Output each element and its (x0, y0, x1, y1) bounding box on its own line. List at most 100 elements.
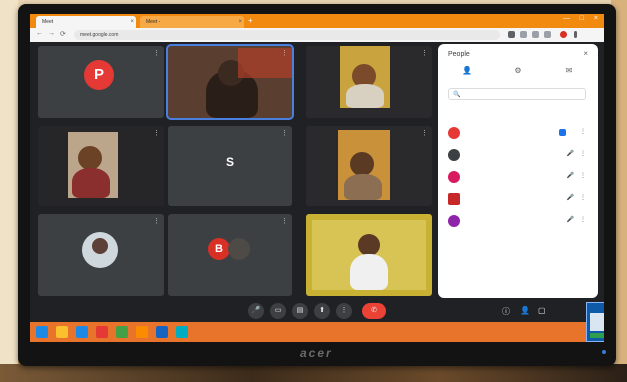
captions-button[interactable]: ▤ (292, 303, 308, 319)
new-tab-button[interactable]: + (248, 16, 253, 26)
participant-video (78, 146, 102, 170)
participant-tile-ml[interactable]: ⋮ (38, 126, 164, 206)
mic-button[interactable]: 🎤 (248, 303, 264, 319)
screen: Meet × Meet - × + — □ × ← → ⟳ meet.googl… (30, 14, 604, 342)
more-icon[interactable]: ⋮ (580, 150, 586, 157)
taskbar (30, 322, 604, 342)
participant-video (350, 254, 388, 290)
monitor-brand-logo: acer (300, 346, 333, 360)
participant-tile-speaker[interactable]: ⋮ (166, 44, 294, 120)
close-icon[interactable]: × (583, 49, 588, 58)
pin-icon[interactable] (559, 129, 566, 136)
participant-row[interactable]: 🎤 ⋮ (446, 168, 592, 186)
minimize-icon[interactable]: — (563, 15, 570, 22)
browser-tab-meet[interactable]: Meet × (36, 16, 136, 28)
message-icon: ✉ (565, 66, 573, 75)
participant-tile-tr1[interactable]: ⋮ (306, 46, 432, 118)
browser-tab-second[interactable]: Meet - × (140, 16, 244, 28)
window-close-icon[interactable]: × (594, 15, 598, 22)
participant-row[interactable]: 🎤 ⋮ (446, 212, 592, 230)
avatar (448, 193, 460, 205)
message-tab[interactable]: ✉ (544, 66, 594, 76)
browser-menu-icon[interactable] (574, 31, 577, 38)
start-icon[interactable] (36, 326, 48, 338)
participant-row[interactable]: 🎤 ⋮ (446, 190, 592, 208)
host-controls-tab[interactable]: ⚙ (493, 66, 543, 76)
extension-icon[interactable] (532, 31, 539, 38)
app-icon[interactable] (176, 326, 188, 338)
app-icon[interactable] (136, 326, 148, 338)
camera-button[interactable]: ▭ (270, 303, 286, 319)
search-icon: 🔍 (453, 92, 461, 98)
monitor-bezel: acer (18, 342, 616, 366)
participant-video (72, 168, 110, 198)
profile-avatar-icon[interactable] (560, 31, 567, 38)
tile-more-icon[interactable]: ⋮ (153, 49, 160, 57)
avatar (448, 149, 460, 161)
people-panel: People × 👤 ⚙ ✉ 🔍 ⋮ 🎤 ⋮ 🎤 ⋮ 🎤 ⋮ 🎤 ⋮ (438, 44, 598, 298)
app-icon[interactable] (96, 326, 108, 338)
avatar (448, 127, 460, 139)
add-person-icon: 👤 (462, 66, 472, 75)
speaking-indicator-icon[interactable]: ⋮ (281, 49, 288, 57)
participant-tile-mr[interactable]: ⋮ (306, 126, 432, 206)
extension-icon[interactable] (508, 31, 515, 38)
present-button[interactable]: ⬆ (314, 303, 330, 319)
tile-more-icon[interactable]: ⋮ (281, 129, 288, 137)
chrome-icon[interactable] (116, 326, 128, 338)
participant-row[interactable]: 🎤 ⋮ (446, 146, 592, 164)
participant-tile-bl[interactable]: ⋮ (38, 214, 164, 296)
participant-tile-s[interactable]: S ⋮ (168, 126, 292, 206)
notification-popup[interactable] (586, 302, 604, 342)
desk (0, 364, 627, 382)
app-icon[interactable] (156, 326, 168, 338)
search-people-input[interactable]: 🔍 (448, 88, 586, 100)
mic-icon[interactable]: 🎤 (567, 172, 574, 179)
reload-icon[interactable]: ⟳ (60, 30, 66, 38)
participant-row[interactable]: ⋮ (446, 124, 592, 142)
participant-video (350, 152, 374, 176)
forward-icon[interactable]: → (48, 30, 55, 37)
participant-tile-br[interactable] (306, 214, 432, 296)
participant-video (344, 174, 382, 200)
participant-avatar: S (218, 150, 242, 174)
end-call-button[interactable]: ✆ (362, 303, 386, 319)
participant-video (358, 234, 380, 256)
more-icon[interactable]: ⋮ (580, 216, 586, 223)
people-icon[interactable]: 👤 (520, 306, 530, 315)
participant-tile-p[interactable]: P ⋮ (38, 46, 164, 118)
tile-more-icon[interactable]: ⋮ (281, 217, 288, 225)
tile-more-icon[interactable]: ⋮ (421, 49, 428, 57)
monitor: Meet × Meet - × + — □ × ← → ⟳ meet.googl… (18, 4, 616, 366)
file-explorer-icon[interactable] (56, 326, 68, 338)
popup-body (590, 313, 604, 331)
tab-label: Meet - (146, 19, 161, 25)
mic-icon[interactable]: 🎤 (567, 194, 574, 201)
back-icon[interactable]: ← (36, 30, 43, 37)
more-options-button[interactable]: ⋮ (336, 303, 352, 319)
url-field[interactable]: meet.google.com (74, 30, 500, 40)
extension-icon[interactable] (520, 31, 527, 38)
participant-tile-bm[interactable]: B ⋮ (168, 214, 292, 296)
maximize-icon[interactable]: □ (580, 15, 584, 22)
address-bar: ← → ⟳ meet.google.com (30, 28, 604, 42)
tile-more-icon[interactable]: ⋮ (421, 129, 428, 137)
mic-icon[interactable]: 🎤 (567, 150, 574, 157)
participant-photo (228, 238, 250, 260)
browser-tab-bar: Meet × Meet - × + — □ × (30, 14, 604, 28)
tab-close-icon[interactable]: × (130, 16, 134, 28)
extension-icon[interactable] (544, 31, 551, 38)
more-icon[interactable]: ⋮ (580, 128, 586, 135)
add-people-tab[interactable]: 👤 (442, 66, 492, 76)
chat-icon[interactable]: ▢ (538, 306, 546, 315)
tile-more-icon[interactable]: ⋮ (153, 129, 160, 137)
tab-close-icon[interactable]: × (238, 16, 242, 28)
avatar (448, 171, 460, 183)
more-icon[interactable]: ⋮ (580, 194, 586, 201)
store-icon[interactable] (76, 326, 88, 338)
info-icon[interactable]: ⓘ (502, 306, 510, 317)
wall-left (0, 0, 18, 382)
mic-icon[interactable]: 🎤 (567, 216, 574, 223)
more-icon[interactable]: ⋮ (580, 172, 586, 179)
tile-more-icon[interactable]: ⋮ (153, 217, 160, 225)
